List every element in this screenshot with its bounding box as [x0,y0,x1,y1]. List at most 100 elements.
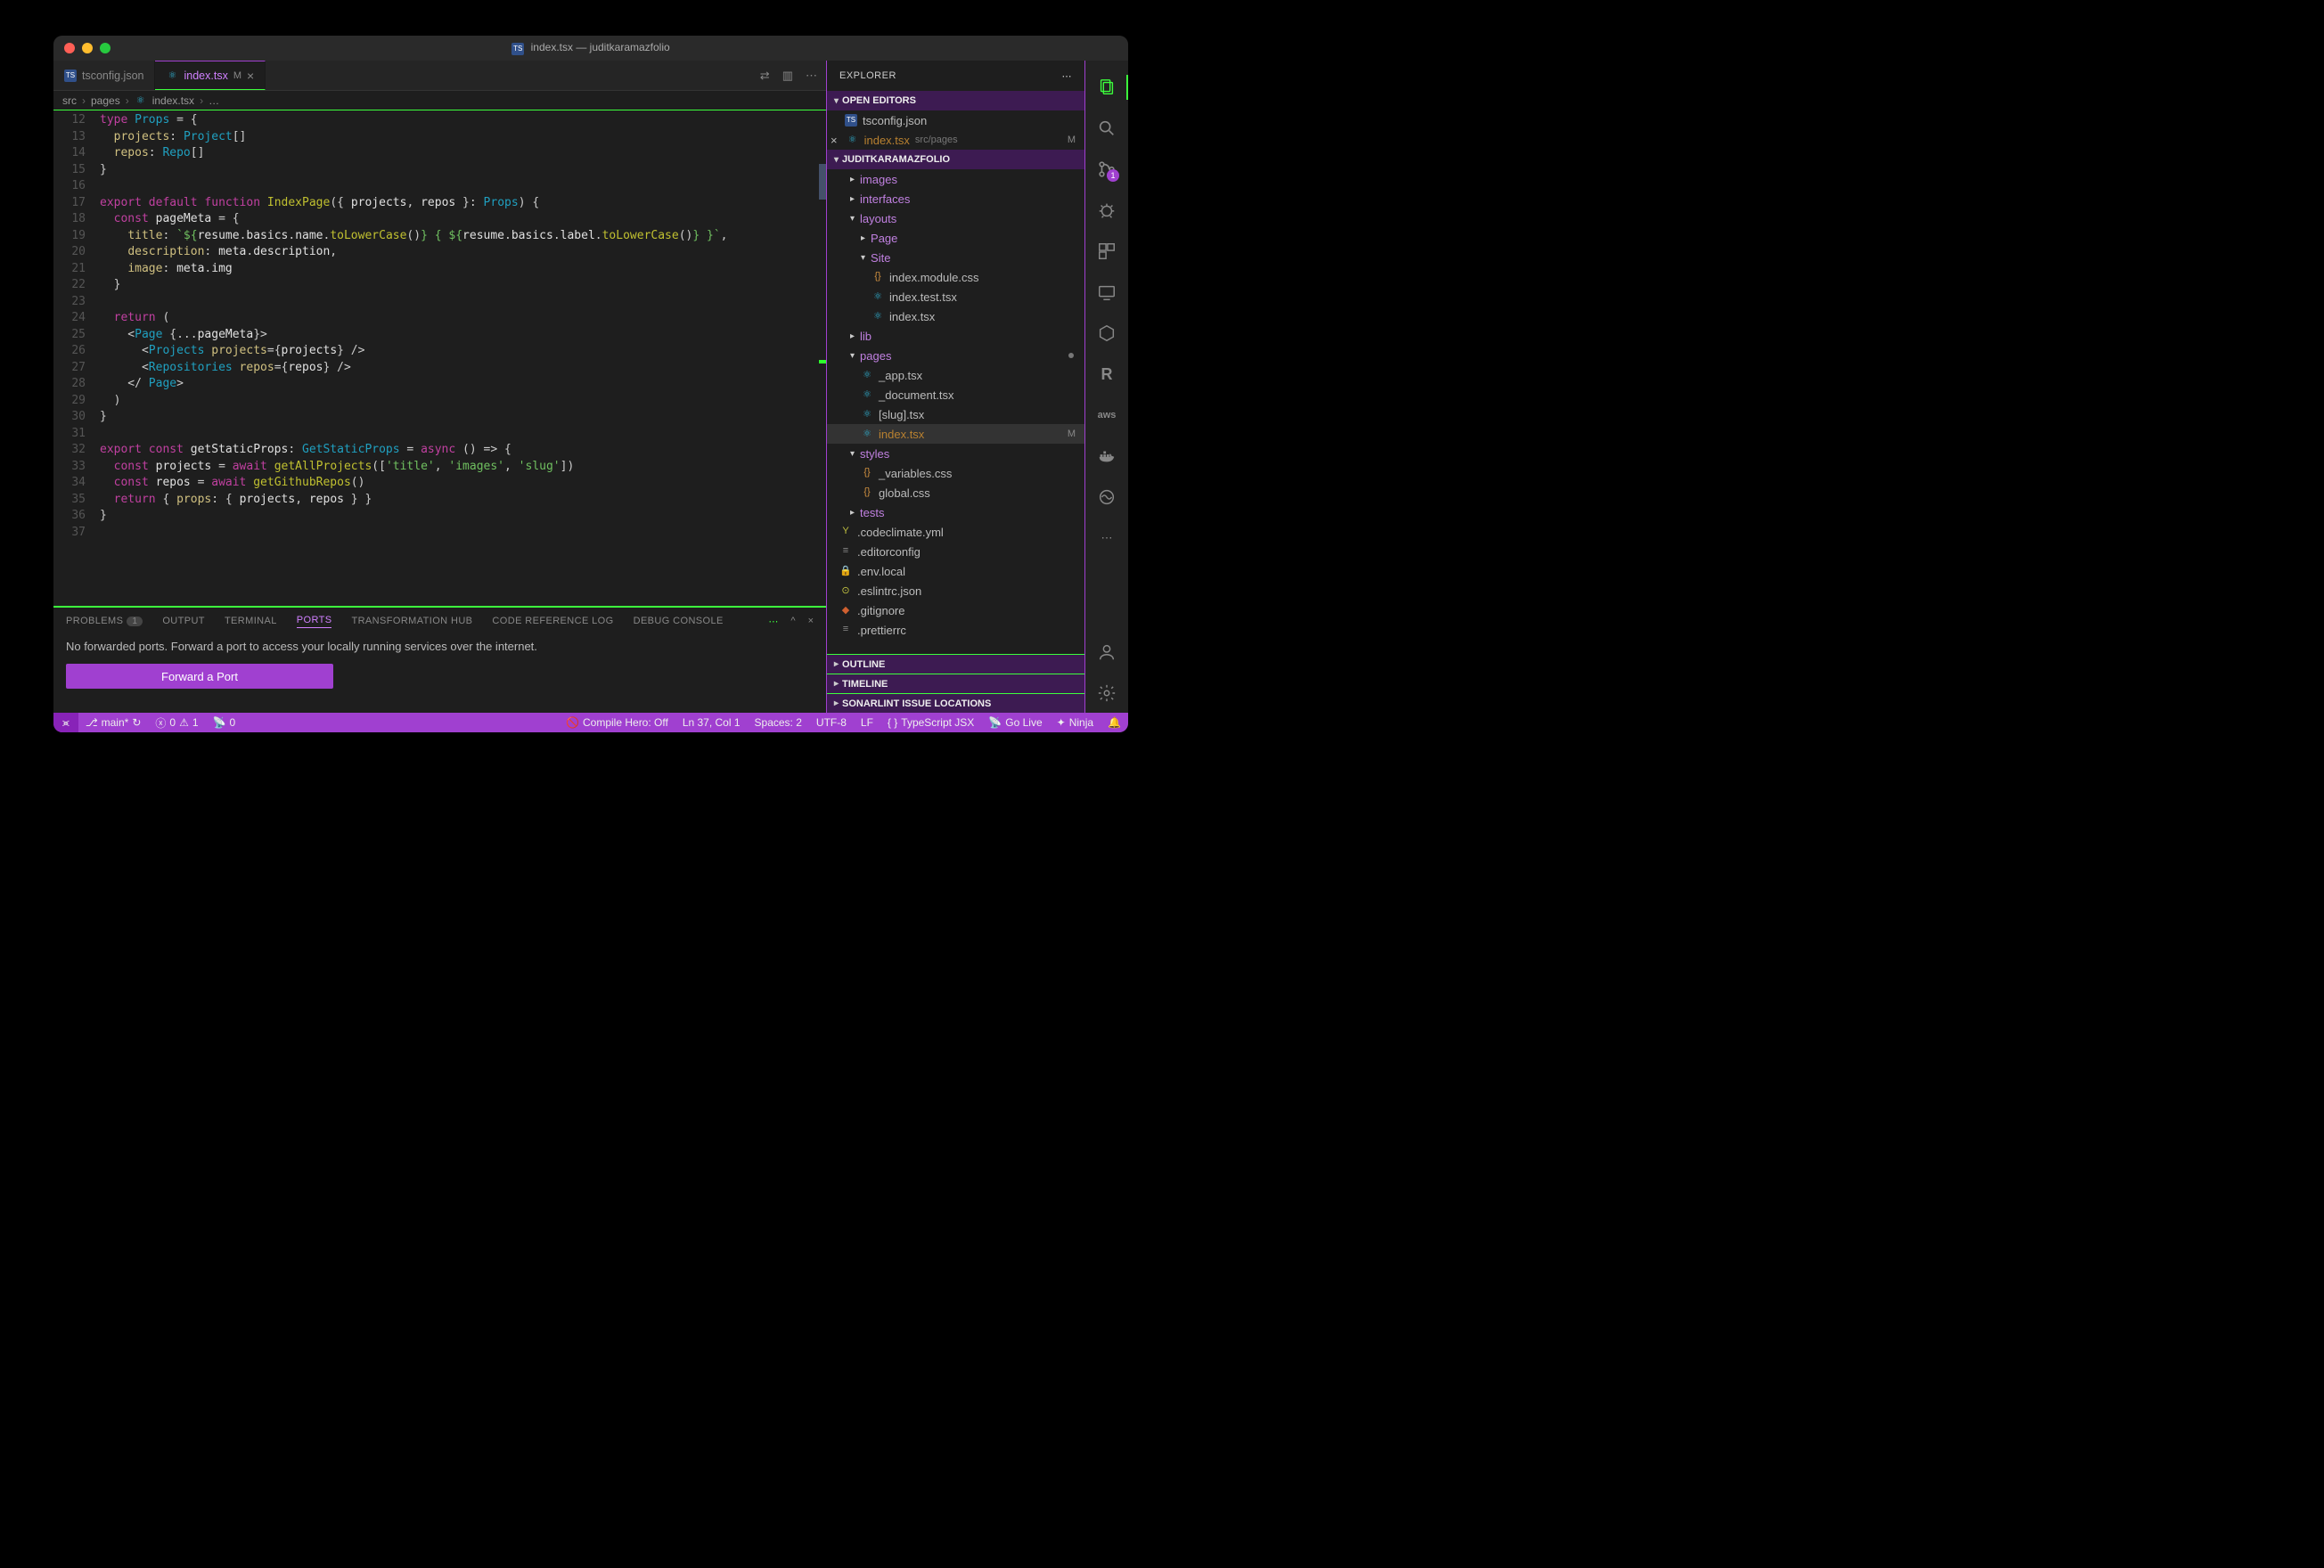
cursor-position[interactable]: Ln 37, Col 1 [675,716,748,729]
file--env-local[interactable]: 🔒.env.local [827,561,1084,581]
ninja[interactable]: ✦Ninja [1050,716,1101,729]
tab-tsconfig[interactable]: TS tsconfig.json [53,61,155,90]
file-_app-tsx[interactable]: ⚛_app.tsx [827,365,1084,385]
minimap-thumb[interactable] [819,164,826,200]
panel-tab-transformation-hub[interactable]: TRANSFORMATION HUB [351,616,472,626]
remote-indicator[interactable]: ⪤ [53,713,78,732]
folder-pages[interactable]: ▾pages [827,346,1084,365]
close-icon[interactable]: × [831,134,838,147]
aws-icon[interactable]: aws [1085,396,1128,435]
panel-maximize-icon[interactable]: ^ [790,616,795,627]
code-content[interactable]: type Props = { projects: Project[] repos… [94,110,819,606]
open-editors-section[interactable]: ▾ OPEN EDITORS [827,91,1084,110]
json-icon: ⊙ [839,584,852,597]
ports-status[interactable]: 📡0 [206,713,243,732]
search-icon[interactable] [1085,109,1128,148]
r-icon[interactable]: R [1085,355,1128,394]
sonarlint-section[interactable]: ▸ SONARLINT ISSUE LOCATIONS [827,693,1084,713]
chevron-right-icon: ▸ [834,659,839,669]
file-index-tsx[interactable]: ⚛index.tsx [827,306,1084,326]
file--editorconfig[interactable]: ≡.editorconfig [827,542,1084,561]
forward-port-button[interactable]: Forward a Port [66,664,333,689]
ports-message: No forwarded ports. Forward a port to ac… [66,640,814,653]
panel-tab-ports[interactable]: PORTS [297,615,332,628]
remote-icon[interactable] [1085,273,1128,312]
panel-more-icon[interactable]: ⋯ [768,616,778,627]
graph-icon[interactable] [1085,478,1128,517]
more-icon[interactable]: ⋯ [1085,519,1128,558]
notifications-icon[interactable]: 🔔 [1101,716,1128,729]
file-index-tsx[interactable]: ⚛index.tsxM [827,424,1084,444]
project-section[interactable]: ▾ JUDITKARAMAZFOLIO [827,150,1084,169]
folder-lib[interactable]: ▸lib [827,326,1084,346]
breadcrumb[interactable]: src› pages› ⚛ index.tsx› … [53,91,826,110]
react-icon: ⚛ [847,134,859,146]
react-icon: ⚛ [872,310,884,323]
panel-close-icon[interactable]: × [808,616,814,627]
problems-status[interactable]: ⓧ0⚠1 [148,713,205,732]
debug-icon[interactable] [1085,191,1128,230]
explorer-icon[interactable] [1085,68,1128,107]
folder-layouts[interactable]: ▾layouts [827,208,1084,228]
panel-tab-code-reference-log[interactable]: CODE REFERENCE LOG [492,616,613,626]
panel-tab-debug-console[interactable]: DEBUG CONSOLE [634,616,724,626]
folder-styles[interactable]: ▾styles [827,444,1084,463]
panel-tab-problems[interactable]: PROBLEMS1 [66,616,143,626]
minimap[interactable] [819,110,826,606]
account-icon[interactable] [1085,633,1128,672]
editor-tabs: TS tsconfig.json ⚛ index.tsx M × ⇄ ▥ ⋯ [53,61,826,91]
folder-Page[interactable]: ▸Page [827,228,1084,248]
file--codeclimate-yml[interactable]: Y.codeclimate.yml [827,522,1084,542]
file--slug--tsx[interactable]: ⚛[slug].tsx [827,404,1084,424]
git-branch[interactable]: ⎇main*↻ [78,713,149,732]
hex-icon[interactable] [1085,314,1128,353]
compare-icon[interactable]: ⇄ [760,69,770,83]
css-icon: {} [861,467,873,479]
file-_variables-css[interactable]: {}_variables.css [827,463,1084,483]
scm-icon[interactable]: 1 [1085,150,1128,189]
file--eslintrc-json[interactable]: ⊙.eslintrc.json [827,581,1084,600]
env-icon: 🔒 [839,565,852,577]
file--prettierrc[interactable]: ≡.prettierrc [827,620,1084,640]
cfg-icon: ≡ [839,545,852,558]
open-editor-item[interactable]: TStsconfig.json [827,110,1084,130]
file-index-test-tsx[interactable]: ⚛index.test.tsx [827,287,1084,306]
open-editor-item[interactable]: ×⚛index.tsx src/pagesM [827,130,1084,150]
file-index-module-css[interactable]: {}index.module.css [827,267,1084,287]
code-editor[interactable]: 1213141516171819202122232425262728293031… [53,110,826,606]
more-icon[interactable]: ⋯ [806,69,817,83]
compile-hero[interactable]: 🚫Compile Hero: Off [559,716,675,729]
more-icon[interactable]: ⋯ [1062,70,1073,82]
chevron-down-icon: ▾ [850,449,855,459]
eol[interactable]: LF [854,716,880,729]
chevron-down-icon: ▾ [850,351,855,361]
outline-section[interactable]: ▸ OUTLINE [827,654,1084,674]
file-global-css[interactable]: {}global.css [827,483,1084,502]
panel-tab-terminal[interactable]: TERMINAL [225,616,277,626]
chevron-down-icon: ▾ [834,155,839,165]
chevron-right-icon: ▸ [834,679,839,689]
settings-icon[interactable] [1085,674,1128,713]
extensions-icon[interactable] [1085,232,1128,271]
timeline-section[interactable]: ▸ TIMELINE [827,674,1084,693]
chevron-right-icon: ▸ [850,508,855,518]
vscode-window: TS index.tsx — juditkaramazfolio TS tsco… [53,36,1128,732]
tab-index-tsx[interactable]: ⚛ index.tsx M × [155,61,266,90]
file-_document-tsx[interactable]: ⚛_document.tsx [827,385,1084,404]
close-tab-icon[interactable]: × [247,69,254,83]
chevron-right-icon: ▸ [850,194,855,204]
file-icon: TS [511,43,524,55]
panel-tabs: PROBLEMS1 OUTPUT TERMINAL PORTS TRANSFORMATI… [53,608,826,634]
folder-interfaces[interactable]: ▸interfaces [827,189,1084,208]
encoding[interactable]: UTF-8 [809,716,854,729]
indentation[interactable]: Spaces: 2 [748,716,809,729]
go-live[interactable]: 📡Go Live [981,716,1049,729]
docker-icon[interactable] [1085,437,1128,476]
folder-tests[interactable]: ▸tests [827,502,1084,522]
folder-images[interactable]: ▸images [827,169,1084,189]
language-mode[interactable]: { }TypeScript JSX [880,716,981,729]
file--gitignore[interactable]: ◆.gitignore [827,600,1084,620]
folder-Site[interactable]: ▾Site [827,248,1084,267]
panel-tab-output[interactable]: OUTPUT [162,616,205,626]
split-editor-icon[interactable]: ▥ [782,69,793,83]
